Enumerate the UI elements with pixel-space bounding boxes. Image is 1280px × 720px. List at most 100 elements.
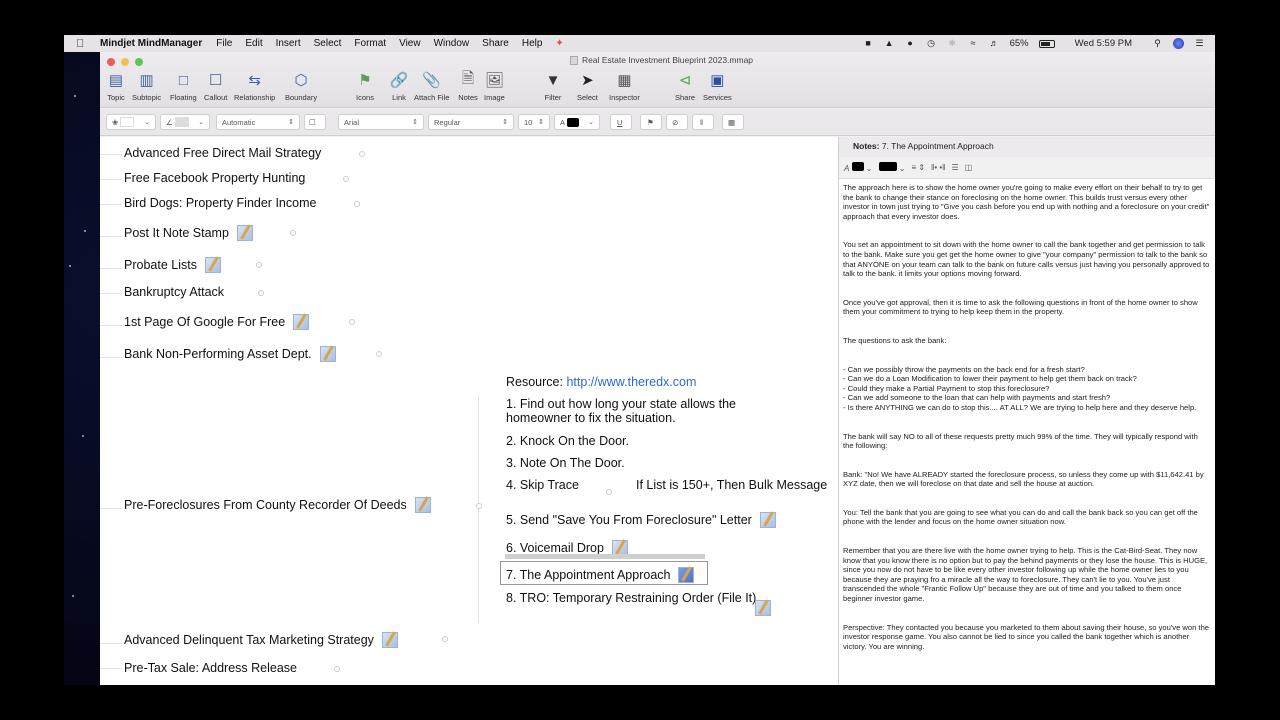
subtopic[interactable]: 8. TRO: Temporary Restraining Order (Fil… xyxy=(506,591,766,605)
battery-icon[interactable] xyxy=(1038,39,1055,48)
topic[interactable]: Bird Dogs: Property Finder Income xyxy=(124,196,316,210)
subtopic[interactable]: 5. Send "Save You From Foreclosure" Lett… xyxy=(506,512,776,528)
notes-text-color-button[interactable]: A ⌄ xyxy=(844,162,873,173)
subtopic[interactable]: 3. Note On The Door. xyxy=(506,456,625,470)
extras-menu-icon[interactable]: ✦ xyxy=(555,38,563,49)
expand-icon[interactable] xyxy=(359,151,365,157)
menu-edit[interactable]: Edit xyxy=(245,38,262,49)
attachment-format-button[interactable]: ‖ xyxy=(692,114,714,130)
expand-icon[interactable] xyxy=(256,262,262,268)
bluetooth-icon[interactable]: ✱ xyxy=(947,39,958,48)
services-button[interactable]: ▣ Services xyxy=(703,70,732,102)
menu-share[interactable]: Share xyxy=(482,38,509,49)
floating-button[interactable]: □ Floating xyxy=(170,70,197,103)
close-window-button[interactable] xyxy=(107,58,115,66)
menu-format[interactable]: Format xyxy=(354,38,386,49)
wifi-icon[interactable]: ≈ xyxy=(968,39,979,48)
expand-icon[interactable] xyxy=(343,176,349,182)
subtopic[interactable]: 4. Skip Trace xyxy=(506,478,579,492)
share-button[interactable]: ⊲ Share xyxy=(675,70,695,102)
camera-icon[interactable]: ■ xyxy=(863,39,874,48)
menu-file[interactable]: File xyxy=(216,38,232,49)
note-icon[interactable] xyxy=(319,346,336,362)
underline-button[interactable]: U xyxy=(610,114,632,130)
note-icon[interactable] xyxy=(204,257,221,273)
callout-shape-button[interactable]: ☐ xyxy=(304,114,326,130)
table-icon[interactable]: ◫ xyxy=(965,163,973,172)
indent-icon[interactable]: ‖• •‖ xyxy=(931,163,945,172)
note-icon[interactable] xyxy=(678,567,695,583)
menu-help[interactable]: Help xyxy=(522,38,543,49)
audio-icon[interactable]: ▲ xyxy=(884,39,895,48)
minimize-window-button[interactable] xyxy=(121,58,129,66)
topic[interactable]: Pre-Tax Sale: Address Release xyxy=(124,661,297,675)
line-color-picker[interactable]: ∠ ⌄ xyxy=(160,114,210,130)
time-machine-icon[interactable]: ◷ xyxy=(926,39,937,48)
topic[interactable]: Bank Non-Performing Asset Dept. xyxy=(124,346,336,362)
icons-button[interactable]: ⚑ Icons xyxy=(355,70,375,102)
zoom-window-button[interactable] xyxy=(135,58,143,66)
style-button[interactable]: ▦ xyxy=(722,114,744,130)
selection-handle[interactable] xyxy=(505,554,705,559)
attach-file-button[interactable]: 📎 Attach File xyxy=(414,70,449,102)
align-icon[interactable]: ≡ ⇕ xyxy=(911,163,925,172)
note-icon[interactable] xyxy=(414,497,431,513)
topic[interactable]: Free Facebook Property Hunting xyxy=(124,171,305,185)
topic-button[interactable]: ▤ Topic xyxy=(106,70,126,102)
menu-window[interactable]: Window xyxy=(434,38,470,49)
notes-highlight-button[interactable]: ⌄ xyxy=(878,162,905,173)
link-button[interactable]: 🔗 Link xyxy=(389,70,409,102)
callout-button[interactable]: ☐ Callout xyxy=(204,70,227,102)
boundary-button[interactable]: ⬡ Boundary xyxy=(285,70,317,102)
topic[interactable]: Advanced Free Direct Mail StrategyAdvanc… xyxy=(124,632,398,648)
font-size-stepper[interactable]: 10 ⇕ xyxy=(518,114,550,130)
select-button[interactable]: ➤ Select xyxy=(577,70,598,102)
font-weight-select[interactable]: Regular ⇕ xyxy=(428,114,514,130)
topic[interactable]: Post It Note Stamp xyxy=(124,225,253,241)
spotlight-search-icon[interactable]: ⚲ xyxy=(1152,39,1163,48)
app-menu[interactable]: Mindjet MindManager xyxy=(100,38,202,49)
resource-subtopic[interactable]: Resource: http://www.theredx.com xyxy=(506,375,696,389)
collapse-icon[interactable] xyxy=(476,503,482,509)
apple-menu-icon[interactable]:  xyxy=(76,38,90,50)
bullet-list-icon[interactable]: ☰ xyxy=(951,163,958,172)
note-icon[interactable] xyxy=(755,600,771,616)
expand-icon[interactable] xyxy=(442,636,448,642)
font-select[interactable]: Arial ⇕ xyxy=(338,114,424,130)
menu-insert[interactable]: Insert xyxy=(276,38,301,49)
fill-color-picker[interactable]: ❀ ⌄ xyxy=(106,114,156,130)
clock[interactable]: Wed 5:59 PM xyxy=(1075,38,1132,49)
collapse-icon[interactable] xyxy=(606,489,612,495)
note-icon[interactable] xyxy=(381,632,398,648)
record-icon[interactable]: ● xyxy=(905,39,916,48)
note-icon[interactable] xyxy=(759,512,776,528)
volume-icon[interactable]: ♬ xyxy=(989,39,1000,48)
topic[interactable]: 1st Page Of Google For Free xyxy=(124,314,310,330)
inspector-button[interactable]: ▦ Inspector xyxy=(609,70,640,102)
filter-button[interactable]: ▼ Filter xyxy=(543,70,563,103)
topic[interactable]: Probate Lists xyxy=(124,257,221,273)
subtopic[interactable]: 2. Knock On the Door. xyxy=(506,434,629,448)
clear-format-button[interactable]: ⊘ xyxy=(666,114,688,130)
resource-link[interactable]: http://www.theredx.com xyxy=(566,375,696,389)
menu-select[interactable]: Select xyxy=(314,38,342,49)
notes-body[interactable]: The approach here is to show the home ow… xyxy=(839,179,1215,651)
expand-icon[interactable] xyxy=(290,230,296,236)
relationship-button[interactable]: ⇆ Relationship xyxy=(234,70,275,102)
line-style-select[interactable]: Automatic ⇕ xyxy=(216,114,300,130)
expand-icon[interactable] xyxy=(354,201,360,207)
image-button[interactable]: 🖼 Image xyxy=(484,70,505,102)
expand-icon[interactable] xyxy=(258,290,264,296)
expand-icon[interactable] xyxy=(349,319,355,325)
topic[interactable]: Bankruptcy Attack xyxy=(124,285,224,299)
main-topic[interactable]: Pre-Foreclosures From County Recorder Of… xyxy=(124,497,431,513)
subtopic-button[interactable]: ▥ Subtopic xyxy=(132,70,161,102)
menu-view[interactable]: View xyxy=(399,38,421,49)
expand-icon[interactable] xyxy=(334,666,340,672)
format-painter-button[interactable]: ⚑ xyxy=(640,114,662,130)
selected-subtopic[interactable]: 7. The Appointment Approach xyxy=(506,567,695,583)
note-icon[interactable] xyxy=(293,314,310,330)
note-icon[interactable] xyxy=(236,225,253,241)
subtopic[interactable]: 1. Find out how long your state allows t… xyxy=(506,397,756,425)
text-color-picker[interactable]: A ⌄ xyxy=(554,114,600,130)
